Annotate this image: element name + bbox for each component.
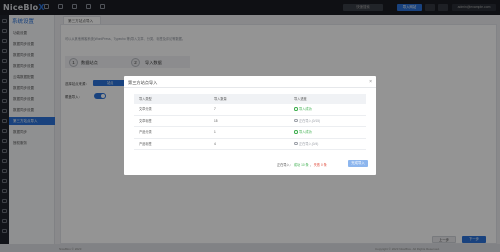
import-status-text: 正在导入(0/15) xyxy=(299,118,321,123)
import-type: 文章标签 xyxy=(139,118,152,123)
import-summary: 正在导入： 成功 10 条 ， 失败 0 条 xyxy=(277,162,327,167)
table-row: 文章分类 7 导入成功 xyxy=(134,104,366,116)
import-status: 正在导入(0/4) xyxy=(294,139,318,151)
loading-icon xyxy=(294,118,298,122)
import-status: 导入成功 xyxy=(294,127,312,139)
table-header: 导入类型 导入数量 导入进度 xyxy=(134,94,366,104)
import-type: 产品标签 xyxy=(139,141,152,146)
import-count: 15 xyxy=(214,118,218,123)
table-row: 产品标签 4 正在导入(0/4) xyxy=(134,139,366,151)
modal-divider xyxy=(124,87,376,88)
import-type: 产品分类 xyxy=(139,130,152,134)
summary-separator: ， xyxy=(309,163,313,167)
check-circle-icon xyxy=(294,130,298,134)
import-table: 导入类型 导入数量 导入进度 文章分类 7 导入成功 文章标签 15 正在导入(0/15)… xyxy=(134,94,366,150)
loading-icon xyxy=(294,141,298,145)
import-count: 1 xyxy=(214,130,216,134)
import-status-text: 正在导入(0/4) xyxy=(299,141,319,146)
close-icon[interactable]: × xyxy=(369,79,372,85)
import-modal: 第三方站点导入 × 导入类型 导入数量 导入进度 文章分类 7 导入成功 文章标签 15… xyxy=(124,76,376,175)
summary-fail: 失败 0 条 xyxy=(313,163,327,167)
table-row: 产品分类 1 导入成功 xyxy=(134,127,366,139)
import-status: 正在导入(0/15) xyxy=(294,116,320,128)
import-status: 导入成功 xyxy=(294,104,312,116)
modal-title: 第三方站点导入 xyxy=(128,80,158,85)
summary-success: 成功 10 条 xyxy=(293,163,309,167)
summary-prefix: 正在导入： xyxy=(277,163,293,167)
column-header-count: 导入数量 xyxy=(214,97,227,101)
check-circle-icon xyxy=(294,107,298,111)
import-type: 文章分类 xyxy=(139,107,152,111)
import-status-text: 导入成功 xyxy=(299,130,312,134)
finish-import-button[interactable]: 完成导入 xyxy=(348,160,368,167)
table-row: 文章标签 15 正在导入(0/15) xyxy=(134,116,366,128)
column-header-progress: 导入进度 xyxy=(294,97,307,101)
import-status-text: 导入成功 xyxy=(299,107,312,111)
import-count: 7 xyxy=(214,107,216,111)
import-count: 4 xyxy=(214,141,216,146)
column-header-type: 导入类型 xyxy=(139,97,152,101)
